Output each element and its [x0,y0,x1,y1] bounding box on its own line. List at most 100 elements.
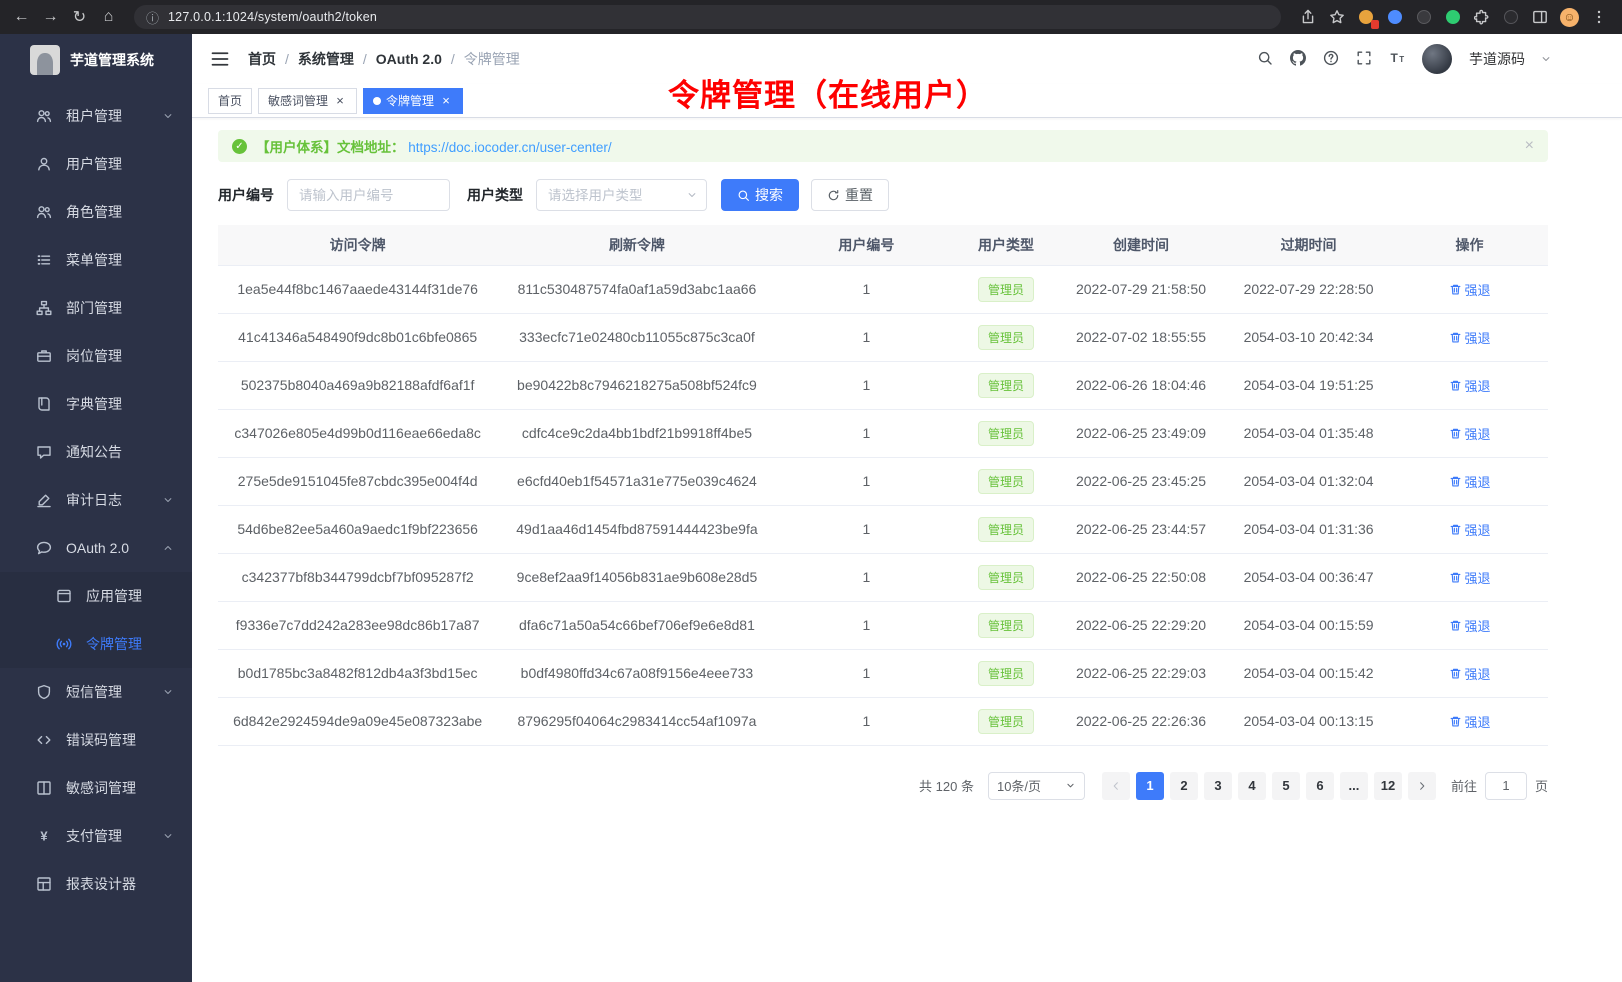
force-logout-button[interactable]: 强退 [1449,376,1491,395]
table-row: 275e5de9151045fe87cbdc395e004f4de6cfd40e… [218,457,1548,505]
extension-dot [1417,10,1431,24]
goto-page-input[interactable] [1485,772,1527,800]
split-view-icon[interactable] [1531,8,1549,26]
user-type-tag: 管理员 [978,661,1034,686]
sidebar-item-tenant[interactable]: 租户管理 [0,92,192,140]
pagination-page-4[interactable]: 4 [1238,772,1266,800]
force-logout-label: 强退 [1465,616,1491,635]
doc-link[interactable]: https://doc.iocoder.cn/user-center/ [408,140,611,155]
cell-expire-time: 2054-03-04 01:32:04 [1226,457,1391,505]
user-menu-caret-icon[interactable] [1540,53,1552,65]
sidebar-item-sms[interactable]: 短信管理 [0,668,192,716]
github-icon[interactable] [1290,50,1308,68]
force-logout-button[interactable]: 强退 [1449,568,1491,587]
pagination-page-1[interactable]: 1 [1136,772,1164,800]
user-type-select-input[interactable] [536,179,707,211]
cell-access-token: 41c41346a548490f9dc8b01c6bfe0865 [218,313,497,361]
breadcrumb-item[interactable]: 系统管理 [298,49,354,69]
bookmark-star-icon[interactable] [1328,8,1346,26]
cell-user-id: 1 [777,601,957,649]
tab-close-icon[interactable]: × [333,94,347,108]
help-icon[interactable] [1323,50,1341,68]
sidebar-item-notice[interactable]: 通知公告 [0,428,192,476]
search-button[interactable]: 搜索 [721,179,799,211]
pagination-page-3[interactable]: 3 [1204,772,1232,800]
force-logout-button[interactable]: 强退 [1449,664,1491,683]
sidebar-toggle-icon[interactable] [210,48,232,70]
alert-close-icon[interactable]: × [1525,138,1534,154]
browser-home-icon[interactable]: ⌂ [95,4,122,31]
list-icon [36,252,52,268]
trash-icon [1449,331,1462,344]
reset-button[interactable]: 重置 [811,179,889,211]
success-check-icon: ✓ [232,139,247,154]
sidebar-item-user[interactable]: 用户管理 [0,140,192,188]
address-bar[interactable]: ⓘ 127.0.0.1:1024/system/oauth2/token [134,5,1281,29]
force-logout-label: 强退 [1465,376,1491,395]
force-logout-button[interactable]: 强退 [1449,712,1491,731]
cell-expire-time: 2054-03-04 00:36:47 [1226,553,1391,601]
tab-close-icon[interactable]: × [439,94,453,108]
cell-refresh-token: 8796295f04064c2983414cc54af1097a [497,697,776,745]
tab-令牌管理[interactable]: 令牌管理× [363,88,463,114]
site-info-icon[interactable]: ⓘ [146,8,159,27]
force-logout-button[interactable]: 强退 [1449,472,1491,491]
sidebar-item-oauth2[interactable]: OAuth 2.0 [0,524,192,572]
browser-profile-avatar[interactable]: ☺ [1560,8,1579,27]
tab-敏感词管理[interactable]: 敏感词管理× [258,88,357,114]
fullscreen-icon[interactable] [1356,50,1374,68]
sidebar-item-sensitive-word[interactable]: 敏感词管理 [0,764,192,812]
sidebar-item-menu[interactable]: 菜单管理 [0,236,192,284]
sidebar-item-dict[interactable]: 字典管理 [0,380,192,428]
sidebar-item-error-code[interactable]: 错误码管理 [0,716,192,764]
pagination-page-12[interactable]: 12 [1374,772,1402,800]
users-icon [36,108,52,124]
sidebar-item-pay[interactable]: ¥支付管理 [0,812,192,860]
force-logout-button[interactable]: 强退 [1449,328,1491,347]
share-icon[interactable] [1299,8,1317,26]
browser-reload-icon[interactable]: ↻ [66,4,93,31]
force-logout-button[interactable]: 强退 [1449,424,1491,443]
sidebar-item-dept[interactable]: 部门管理 [0,284,192,332]
extension-icon[interactable] [1444,8,1462,26]
browser-back-icon[interactable]: ← [8,4,35,31]
font-size-icon[interactable]: TT [1389,50,1407,68]
force-logout-button[interactable]: 强退 [1449,520,1491,539]
pagination-page-5[interactable]: 5 [1272,772,1300,800]
extension-icon[interactable] [1502,8,1520,26]
sidebar-item-label: 报表设计器 [66,874,136,894]
sidebar-item-role[interactable]: 角色管理 [0,188,192,236]
user-type-select[interactable] [536,179,707,211]
pagination-more-button[interactable]: ... [1340,772,1368,800]
search-icon[interactable] [1257,50,1275,68]
sidebar-item-report-designer[interactable]: 报表设计器 [0,860,192,908]
sidebar-item-oauth2-app[interactable]: 应用管理 [0,572,192,620]
extension-icon[interactable] [1357,8,1375,26]
page-size-select[interactable]: 10条/页 [988,772,1085,800]
sidebar-item-oauth2-token[interactable]: 令牌管理 [0,620,192,668]
pagination-next-button[interactable] [1408,772,1436,800]
extensions-puzzle-icon[interactable] [1473,8,1491,26]
pagination-prev-button[interactable] [1102,772,1130,800]
user-id-input[interactable] [287,179,450,211]
breadcrumb-item[interactable]: 首页 [248,49,276,69]
sidebar-item-audit-log[interactable]: 审计日志 [0,476,192,524]
table-row: 41c41346a548490f9dc8b01c6bfe0865333ecfc7… [218,313,1548,361]
sidebar-item-post[interactable]: 岗位管理 [0,332,192,380]
pagination-page-6[interactable]: 6 [1306,772,1334,800]
force-logout-button[interactable]: 强退 [1449,280,1491,299]
breadcrumb-item[interactable]: OAuth 2.0 [376,51,442,67]
column-header: 访问令牌 [218,225,497,265]
browser-menu-icon[interactable] [1590,8,1608,26]
tree-icon [36,300,52,316]
tab-首页[interactable]: 首页 [208,88,252,114]
force-logout-button[interactable]: 强退 [1449,616,1491,635]
app-logo[interactable]: 芋道管理系统 [0,34,192,86]
user-avatar[interactable] [1422,44,1452,74]
pagination-page-2[interactable]: 2 [1170,772,1198,800]
breadcrumb-separator: / [451,51,455,67]
browser-forward-icon[interactable]: → [37,4,64,31]
extension-icon[interactable] [1386,8,1404,26]
extension-icon[interactable] [1415,8,1433,26]
username[interactable]: 芋道源码 [1469,49,1525,69]
